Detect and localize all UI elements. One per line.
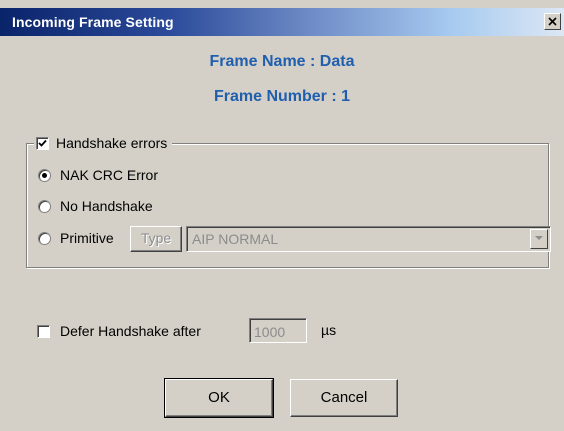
defer-handshake-row[interactable]: Defer Handshake after [37, 323, 201, 339]
window-title: Incoming Frame Setting [12, 14, 174, 30]
frame-name-label: Frame Name : Data [209, 53, 355, 70]
nak-crc-error-option[interactable]: NAK CRC Error [38, 167, 158, 183]
primitive-select[interactable]: AIP NORMAL [186, 226, 551, 252]
ok-button[interactable]: OK [164, 378, 274, 418]
time-unit-label: µs [321, 322, 337, 338]
frame-number-label: Frame Number : 1 [213, 88, 351, 105]
checkmark-icon [38, 139, 47, 147]
defer-handshake-label: Defer Handshake after [60, 323, 201, 339]
cancel-button[interactable]: Cancel [290, 379, 398, 417]
nak-crc-error-label: NAK CRC Error [60, 167, 159, 183]
dialog-window: Incoming Frame Setting Frame Name : Data… [0, 0, 564, 431]
type-button[interactable]: Type [130, 226, 182, 252]
primitive-option[interactable]: Primitive [38, 230, 114, 246]
primitive-select-value: AIP NORMAL [192, 231, 279, 247]
primitive-radio[interactable] [38, 231, 51, 245]
defer-handshake-checkbox[interactable] [37, 324, 50, 338]
handshake-errors-checkbox[interactable] [36, 136, 49, 150]
primitive-label: Primitive [60, 230, 114, 246]
close-icon [548, 17, 557, 26]
no-handshake-option[interactable]: No Handshake [38, 198, 153, 214]
no-handshake-radio[interactable] [38, 199, 51, 213]
dropdown-button[interactable] [530, 229, 548, 249]
close-button[interactable] [544, 13, 561, 30]
defer-time-input[interactable] [249, 318, 307, 343]
handshake-errors-checkbox-row[interactable]: Handshake errors [34, 133, 173, 153]
chevron-down-icon [535, 236, 543, 240]
nak-crc-error-radio[interactable] [38, 168, 51, 182]
handshake-errors-label: Handshake errors [56, 135, 168, 151]
no-handshake-label: No Handshake [60, 198, 153, 214]
title-bar[interactable]: Incoming Frame Setting [0, 8, 564, 36]
